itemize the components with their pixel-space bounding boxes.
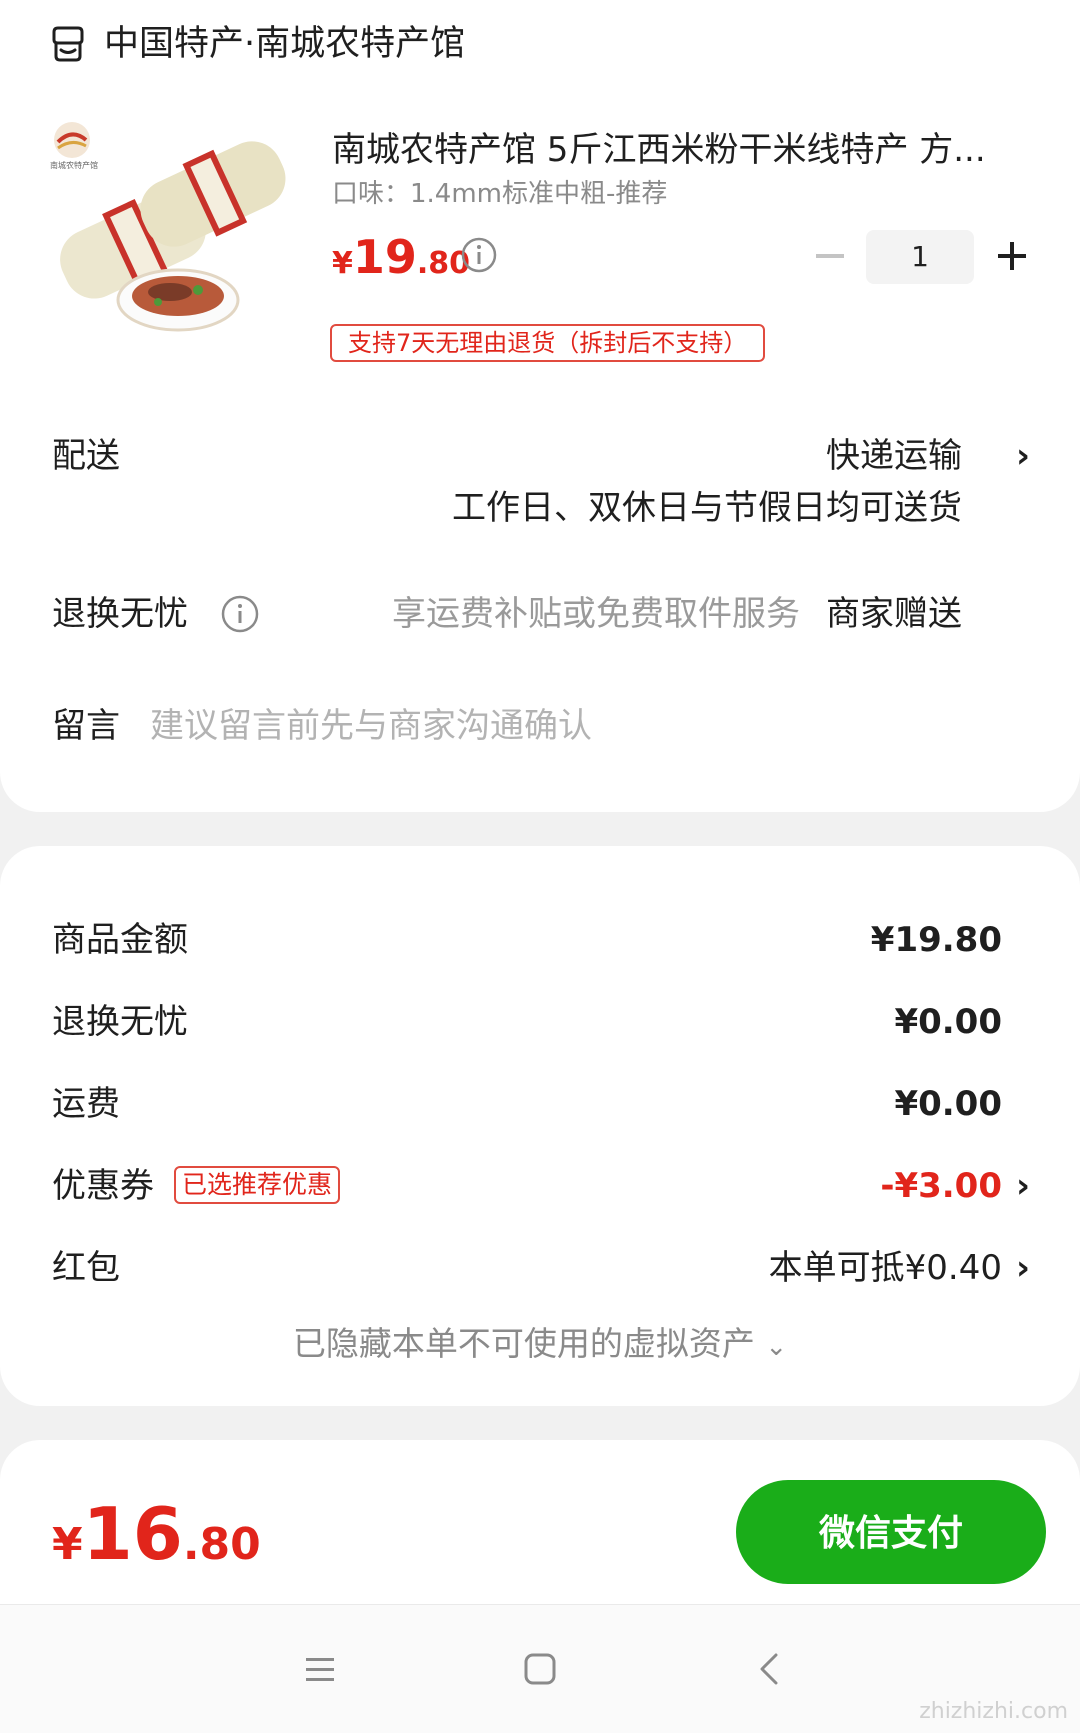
- system-nav-bar: [0, 1604, 1080, 1733]
- goods-amount-value: ¥19.80: [870, 920, 1002, 960]
- coupon-chevron-icon[interactable]: ›: [1016, 1162, 1030, 1210]
- return-policy-tag: 支持7天无理由退货（拆封后不支持）: [330, 324, 766, 362]
- back-icon[interactable]: [750, 1649, 790, 1689]
- coupon-value[interactable]: -¥3.00: [880, 1162, 1002, 1210]
- total-symbol: ¥: [52, 1519, 83, 1570]
- goods-amount-label: 商品金额: [52, 920, 188, 960]
- delivery-chevron-icon[interactable]: ›: [1016, 432, 1030, 480]
- message-label: 留言: [52, 706, 120, 746]
- price-integer: 19: [352, 230, 417, 284]
- redpack-chevron-icon[interactable]: ›: [1016, 1244, 1030, 1292]
- exchange-label: 退换无忧: [52, 594, 188, 634]
- price-info-icon[interactable]: [460, 236, 498, 274]
- delivery-note: 工作日、双休日与节假日均可送货: [452, 488, 962, 528]
- home-icon[interactable]: [520, 1649, 560, 1689]
- coupon-label: 优惠券: [52, 1166, 154, 1206]
- total-decimal: .80: [182, 1519, 261, 1570]
- quantity-plus-icon[interactable]: [992, 236, 1032, 276]
- delivery-label: 配送: [52, 436, 120, 476]
- product-image[interactable]: 南城农特产馆: [48, 120, 298, 345]
- total-price: ¥16.80: [52, 1492, 261, 1576]
- product-price: ¥19.80: [332, 230, 470, 284]
- coupon-badge: 已选推荐优惠: [174, 1166, 341, 1204]
- redpack-value[interactable]: 本单可抵¥0.40: [769, 1244, 1002, 1292]
- order-card: 中国特产·南城农特产馆 南城农特产馆 南城农特产馆 5斤江西米粉干米线特产 方.…: [0, 0, 1080, 812]
- wechat-pay-button[interactable]: 微信支付: [736, 1480, 1046, 1584]
- watermark: zhizhizhi.com: [919, 1699, 1068, 1724]
- delivery-method[interactable]: 快递运输: [826, 432, 962, 480]
- exchange-fee-label: 退换无忧: [52, 1002, 188, 1042]
- product-spec[interactable]: 口味：1.4mm标准中粗-推荐: [332, 176, 667, 212]
- shop-name[interactable]: 中国特产·南城农特产馆: [104, 20, 465, 68]
- chevron-down-icon: ⌄: [765, 1332, 788, 1362]
- product-logo-text: 南城农特产馆: [50, 160, 98, 170]
- message-input[interactable]: 建议留言前先与商家沟通确认: [150, 702, 592, 750]
- hidden-assets-text: 已隐藏本单不可使用的虚拟资产: [292, 1324, 755, 1363]
- exchange-info-icon[interactable]: [220, 594, 260, 634]
- exchange-description: 享运费补贴或免费取件服务: [392, 594, 800, 634]
- shop-icon: [52, 26, 84, 62]
- quantity-minus-icon[interactable]: [810, 236, 850, 276]
- total-integer: 16: [82, 1492, 183, 1576]
- price-summary-card: 商品金额 ¥19.80 退换无忧 ¥0.00 运费 ¥0.00 优惠券 -¥3.…: [0, 846, 1080, 1406]
- redpack-label: 红包: [52, 1248, 120, 1288]
- menu-icon[interactable]: [300, 1649, 340, 1689]
- product-title[interactable]: 南城农特产馆 5斤江西米粉干米线特产 方...: [332, 126, 1032, 174]
- hidden-assets-toggle[interactable]: 已隐藏本单不可使用的虚拟资产 ⌄: [0, 1320, 1080, 1371]
- shipping-fee-value: ¥0.00: [894, 1084, 1002, 1124]
- exchange-fee-value: ¥0.00: [894, 1002, 1002, 1042]
- price-symbol: ¥: [332, 246, 353, 281]
- exchange-value: 商家赠送: [826, 594, 962, 634]
- quantity-input[interactable]: 1: [866, 230, 974, 284]
- shipping-fee-label: 运费: [52, 1084, 120, 1124]
